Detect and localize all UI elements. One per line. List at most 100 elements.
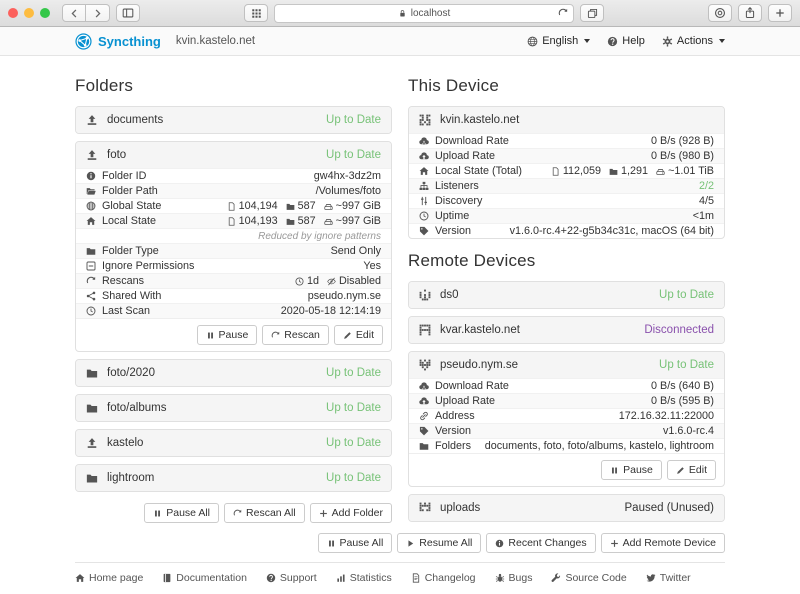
folders-column: Folders documentsUp to DatefotoUp to Dat… xyxy=(75,76,392,562)
window-minimize-button[interactable] xyxy=(24,8,34,18)
device-name-label: kvin.kastelo.net xyxy=(176,35,255,47)
show-tabs-button[interactable] xyxy=(580,4,604,22)
wrench-icon xyxy=(551,573,561,583)
this-device-name: kvin.kastelo.net xyxy=(440,114,519,126)
address-bar[interactable]: localhost xyxy=(274,4,574,23)
folder-edit-button[interactable]: Edit xyxy=(334,325,383,345)
share-button[interactable] xyxy=(738,4,762,22)
device-panel-header[interactable]: uploadsPaused (Unused) xyxy=(409,495,724,521)
play-icon xyxy=(406,539,415,548)
navbar: Syncthing kvin.kastelo.net English Help … xyxy=(0,27,800,56)
device-panel-header[interactable]: ds0Up to Date xyxy=(409,282,724,308)
folder-name: foto/albums xyxy=(107,402,166,414)
window-zoom-button[interactable] xyxy=(40,8,50,18)
help-menu[interactable]: Help xyxy=(607,35,645,47)
row-value-text: Send Only xyxy=(331,245,381,257)
language-menu-label: English xyxy=(542,35,578,47)
this-device-panel-header[interactable]: kvin.kastelo.net xyxy=(409,107,724,133)
row-value: 4/5 xyxy=(699,195,714,207)
folder-panel-header[interactable]: kasteloUp to Date xyxy=(76,430,391,456)
refresh-icon xyxy=(271,331,280,340)
row-label: Global State xyxy=(86,200,161,212)
row-label: Upload Rate xyxy=(419,395,495,407)
device-identicon xyxy=(419,502,431,514)
hdd-icon xyxy=(656,167,665,176)
device-panel: pseudo.nym.seUp to DateDownload Rate0 B/… xyxy=(408,351,725,487)
device-identicon xyxy=(419,289,431,301)
main-content: Folders documentsUp to DatefotoUp to Dat… xyxy=(0,56,800,562)
detail-row: Folder Type Send Only xyxy=(76,243,391,258)
footer-link-bugs[interactable]: Bugs xyxy=(495,572,533,584)
reload-button[interactable] xyxy=(558,8,568,19)
sidebar-button[interactable] xyxy=(116,4,140,22)
share-icon xyxy=(86,291,96,301)
devices-recent-changes-button[interactable]: Recent Changes xyxy=(486,533,595,553)
window-close-button[interactable] xyxy=(8,8,18,18)
row-value: 112,0591,291~1.01 TiB xyxy=(551,165,714,177)
brand-home-link[interactable]: Syncthing xyxy=(75,33,161,50)
footer-link-support[interactable]: Support xyxy=(266,572,317,584)
footer-link-source-code[interactable]: Source Code xyxy=(551,572,626,584)
device-name: pseudo.nym.se xyxy=(440,359,518,371)
row-value: Send Only xyxy=(331,245,381,257)
folder-panel-header[interactable]: foto/2020Up to Date xyxy=(76,360,391,386)
folder-icon xyxy=(86,246,96,256)
detail-row: Download Rate0 B/s (640 B) xyxy=(409,378,724,393)
language-menu[interactable]: English xyxy=(527,35,590,47)
refresh-icon xyxy=(86,276,96,286)
folder-panel-header[interactable]: fotoUp to Date xyxy=(76,142,391,168)
bug-icon xyxy=(495,573,505,583)
folder-rescan-button[interactable]: Rescan xyxy=(262,325,329,345)
detail-row: Folder Path/Volumes/foto xyxy=(76,183,391,198)
question-icon xyxy=(266,573,276,583)
privacy-report-button[interactable] xyxy=(708,4,732,22)
footer-link-changelog[interactable]: Changelog xyxy=(411,572,476,584)
footer-link-home-page[interactable]: Home page xyxy=(75,572,143,584)
new-tab-button[interactable] xyxy=(768,4,792,22)
globe-icon xyxy=(86,201,96,211)
devices-pause-all-button[interactable]: Pause All xyxy=(318,533,393,553)
folder-panel-header[interactable]: lightroomUp to Date xyxy=(76,465,391,491)
tab-overview-button[interactable] xyxy=(244,4,268,22)
folder-panel-header[interactable]: foto/albumsUp to Date xyxy=(76,395,391,421)
value-part: 587 xyxy=(286,215,316,227)
chevron-down-icon xyxy=(719,39,725,43)
footer-links: Home page Documentation Support Statistics C… xyxy=(75,562,725,584)
row-value: 0 B/s (640 B) xyxy=(651,380,714,392)
device-edit-button[interactable]: Edit xyxy=(667,460,716,480)
folder-icon xyxy=(286,202,295,211)
folders-pause-all-button[interactable]: Pause All xyxy=(144,503,219,523)
row-value-text: gw4hx-3dz2m xyxy=(314,170,381,182)
device-pause-button[interactable]: Pause xyxy=(601,460,662,480)
row-label: Folder Type xyxy=(86,245,159,257)
device-identicon xyxy=(419,324,431,336)
footer-link-twitter[interactable]: Twitter xyxy=(646,572,691,584)
folder-name: documents xyxy=(107,114,163,126)
plus-icon xyxy=(610,539,619,548)
device-identicon xyxy=(419,114,431,126)
folder-pause-button[interactable]: Pause xyxy=(197,325,258,345)
hdd-icon xyxy=(324,202,333,211)
row-value-text: <1m xyxy=(693,210,714,222)
folder-panel-header[interactable]: documentsUp to Date xyxy=(76,107,391,133)
device-panel-header[interactable]: kvar.kastelo.netDisconnected xyxy=(409,317,724,343)
file-icon xyxy=(227,217,236,226)
detail-row: Uptime<1m xyxy=(409,208,724,223)
folders-add-folder-button[interactable]: Add Folder xyxy=(310,503,392,523)
forward-button[interactable] xyxy=(86,4,110,22)
back-button[interactable] xyxy=(62,4,86,22)
footer-link-documentation[interactable]: Documentation xyxy=(162,572,247,584)
row-value-text: pseudo.nym.se xyxy=(308,290,381,302)
devices-resume-all-button[interactable]: Resume All xyxy=(397,533,481,553)
folders-rescan-all-button[interactable]: Rescan All xyxy=(224,503,305,523)
lock-icon xyxy=(398,9,407,18)
panel-buttons: PauseEdit xyxy=(409,453,724,486)
device-panel-header[interactable]: pseudo.nym.seUp to Date xyxy=(409,352,724,378)
remote-devices-list: ds0Up to Date kvar.kastelo.netDisconnecte… xyxy=(408,281,725,522)
devices-add-remote-device-button[interactable]: Add Remote Device xyxy=(601,533,725,553)
actions-menu[interactable]: Actions xyxy=(662,35,725,47)
footer-link-statistics[interactable]: Statistics xyxy=(336,572,392,584)
brand-text: Syncthing xyxy=(98,34,161,49)
detail-row: Ignore PermissionsYes xyxy=(76,258,391,273)
clock-icon xyxy=(419,211,429,221)
